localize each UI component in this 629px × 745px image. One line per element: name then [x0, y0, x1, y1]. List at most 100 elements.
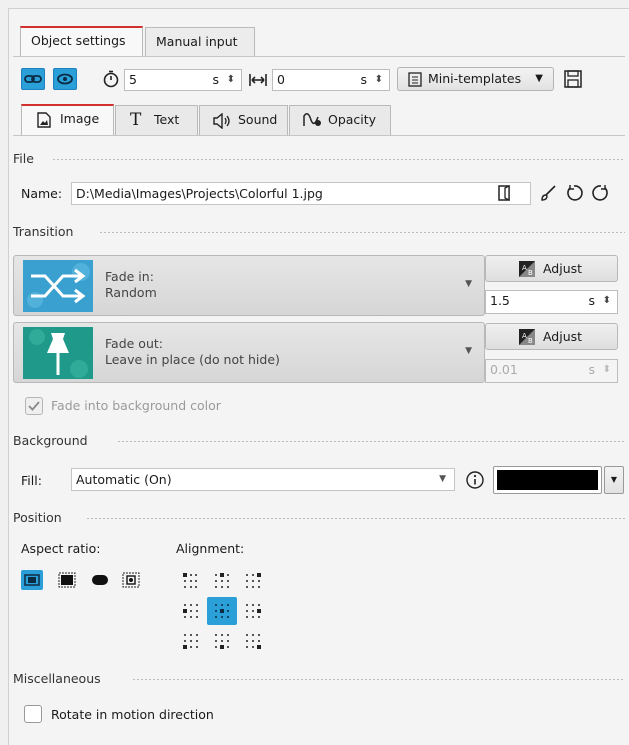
- tab-image[interactable]: Image: [21, 104, 114, 135]
- color-dropdown-button[interactable]: ▼: [604, 466, 624, 494]
- section-divider: [86, 518, 625, 519]
- aspect-stretch-button[interactable]: [89, 570, 111, 590]
- fade-out-dropdown[interactable]: Fade out: Leave in place (do not hide) ▼: [13, 322, 485, 383]
- aspect-fit-button[interactable]: [21, 570, 43, 590]
- pushpin-icon: [23, 327, 93, 379]
- spin-arrows-icon[interactable]: ⬍: [375, 70, 383, 90]
- color-swatch: [497, 470, 598, 490]
- align-top-center-icon: [215, 573, 229, 588]
- chain-icon: [24, 75, 42, 83]
- fade-in-dropdown[interactable]: Fade in: Random ▼: [13, 255, 485, 316]
- open-file-icon[interactable]: [496, 184, 514, 202]
- tab-divider: [13, 56, 625, 57]
- chevron-down-icon: ▼: [535, 73, 543, 84]
- checkmark-icon: [28, 401, 40, 411]
- align-center-icon: [215, 604, 229, 618]
- fade-out-duration-value: 0.01: [490, 362, 518, 377]
- aspect-fill-button[interactable]: [56, 570, 78, 590]
- align-top-left-icon: [183, 573, 197, 588]
- aspect-stretch-icon: [92, 575, 108, 585]
- tab-text[interactable]: T Text: [115, 105, 198, 135]
- document-list-icon: [408, 72, 422, 87]
- mini-templates-dropdown[interactable]: Mini-templates ▼: [397, 67, 554, 91]
- align-bottom-left-icon: [183, 634, 198, 649]
- fill-label: Fill:: [21, 473, 42, 488]
- align-bottom-right-icon: [246, 634, 261, 649]
- image-file-icon: [37, 112, 51, 128]
- link-toggle-button[interactable]: [21, 68, 45, 90]
- tab-text-label: Text: [154, 112, 180, 127]
- shuffle-icon: [23, 260, 93, 312]
- align-bottom-left-button[interactable]: [176, 627, 206, 655]
- tab-object-settings[interactable]: Object settings: [20, 26, 143, 56]
- svg-text:A: A: [522, 264, 527, 272]
- align-top-right-icon: [246, 573, 261, 588]
- fade-in-adjust-button[interactable]: A B Adjust: [485, 255, 618, 282]
- fade-in-duration-unit: s: [588, 293, 595, 308]
- spin-arrows-icon[interactable]: ⬍: [227, 70, 235, 90]
- align-top-center-button[interactable]: [207, 567, 237, 595]
- rotate-checkbox[interactable]: [24, 705, 42, 723]
- transition-ab-icon: A B: [519, 261, 535, 277]
- fade-in-duration-input[interactable]: 1.5 s ⬍: [485, 290, 618, 314]
- stopwatch-icon: [103, 70, 119, 88]
- rotate-right-icon[interactable]: [592, 184, 610, 202]
- align-middle-left-icon: [183, 604, 198, 618]
- info-icon[interactable]: [465, 470, 485, 490]
- visibility-toggle-button[interactable]: [53, 68, 77, 90]
- svg-text:B: B: [528, 269, 533, 277]
- rotate-left-icon[interactable]: [565, 184, 583, 202]
- section-divider: [132, 679, 625, 680]
- svg-text:A: A: [522, 332, 527, 340]
- background-section-title: Background: [13, 433, 88, 448]
- fade-out-label: Fade out:: [105, 336, 163, 351]
- name-label: Name:: [21, 186, 63, 201]
- duration-input[interactable]: 5 s ⬍: [124, 69, 242, 91]
- fade-out-adjust-button[interactable]: A B Adjust: [485, 323, 618, 350]
- save-icon[interactable]: [563, 69, 583, 89]
- tab-manual-input[interactable]: Manual input: [145, 27, 255, 57]
- align-bottom-center-icon: [215, 634, 229, 649]
- file-path-value: D:\Media\Images\Projects\Colorful 1.jpg: [76, 186, 323, 201]
- tab-sound[interactable]: Sound: [199, 105, 288, 135]
- fade-in-value: Random: [105, 285, 157, 300]
- aspect-fill-icon: [58, 572, 76, 588]
- align-center-button[interactable]: [207, 597, 237, 625]
- fade-bg-checkbox[interactable]: [25, 397, 43, 415]
- text-icon: T: [130, 110, 142, 130]
- aspect-original-icon: [122, 572, 140, 588]
- spin-arrows-icon[interactable]: ⬍: [603, 360, 611, 380]
- align-bottom-right-button[interactable]: [238, 627, 268, 655]
- fade-out-value: Leave in place (do not hide): [105, 352, 280, 367]
- fade-bg-label: Fade into background color: [51, 398, 221, 413]
- content-tab-divider: [13, 135, 625, 136]
- fade-out-duration-input[interactable]: 0.01 s ⬍: [485, 359, 618, 383]
- tab-opacity[interactable]: Opacity: [289, 105, 391, 135]
- align-bottom-center-button[interactable]: [207, 627, 237, 655]
- chevron-down-icon: ▼: [465, 279, 472, 289]
- mini-templates-label: Mini-templates: [428, 71, 522, 86]
- section-divider: [52, 159, 625, 160]
- eye-icon: [57, 73, 73, 85]
- chevron-down-icon: ▼: [439, 474, 446, 484]
- align-middle-left-button[interactable]: [176, 597, 206, 625]
- aspect-original-button[interactable]: [120, 570, 142, 590]
- offset-value: 0: [277, 72, 285, 87]
- spin-arrows-icon[interactable]: ⬍: [603, 291, 611, 311]
- color-picker-button[interactable]: [493, 466, 602, 494]
- offset-input[interactable]: 0 s ⬍: [272, 69, 390, 91]
- adjust-label: Adjust: [542, 261, 583, 276]
- fill-dropdown[interactable]: Automatic (On) ▼: [71, 468, 455, 491]
- aspect-fit-icon: [24, 574, 40, 586]
- tab-image-label: Image: [60, 111, 100, 126]
- adjust-label: Adjust: [542, 329, 583, 344]
- edit-brush-icon[interactable]: [540, 184, 558, 202]
- tab-opacity-label: Opacity: [328, 112, 377, 127]
- align-top-right-button[interactable]: [238, 567, 268, 595]
- align-top-left-button[interactable]: [176, 567, 206, 595]
- opacity-curve-icon: [303, 113, 321, 126]
- speaker-icon: [213, 113, 230, 129]
- align-middle-right-button[interactable]: [238, 597, 268, 625]
- duration-value: 5: [129, 72, 137, 87]
- file-path-input[interactable]: D:\Media\Images\Projects\Colorful 1.jpg: [71, 182, 531, 205]
